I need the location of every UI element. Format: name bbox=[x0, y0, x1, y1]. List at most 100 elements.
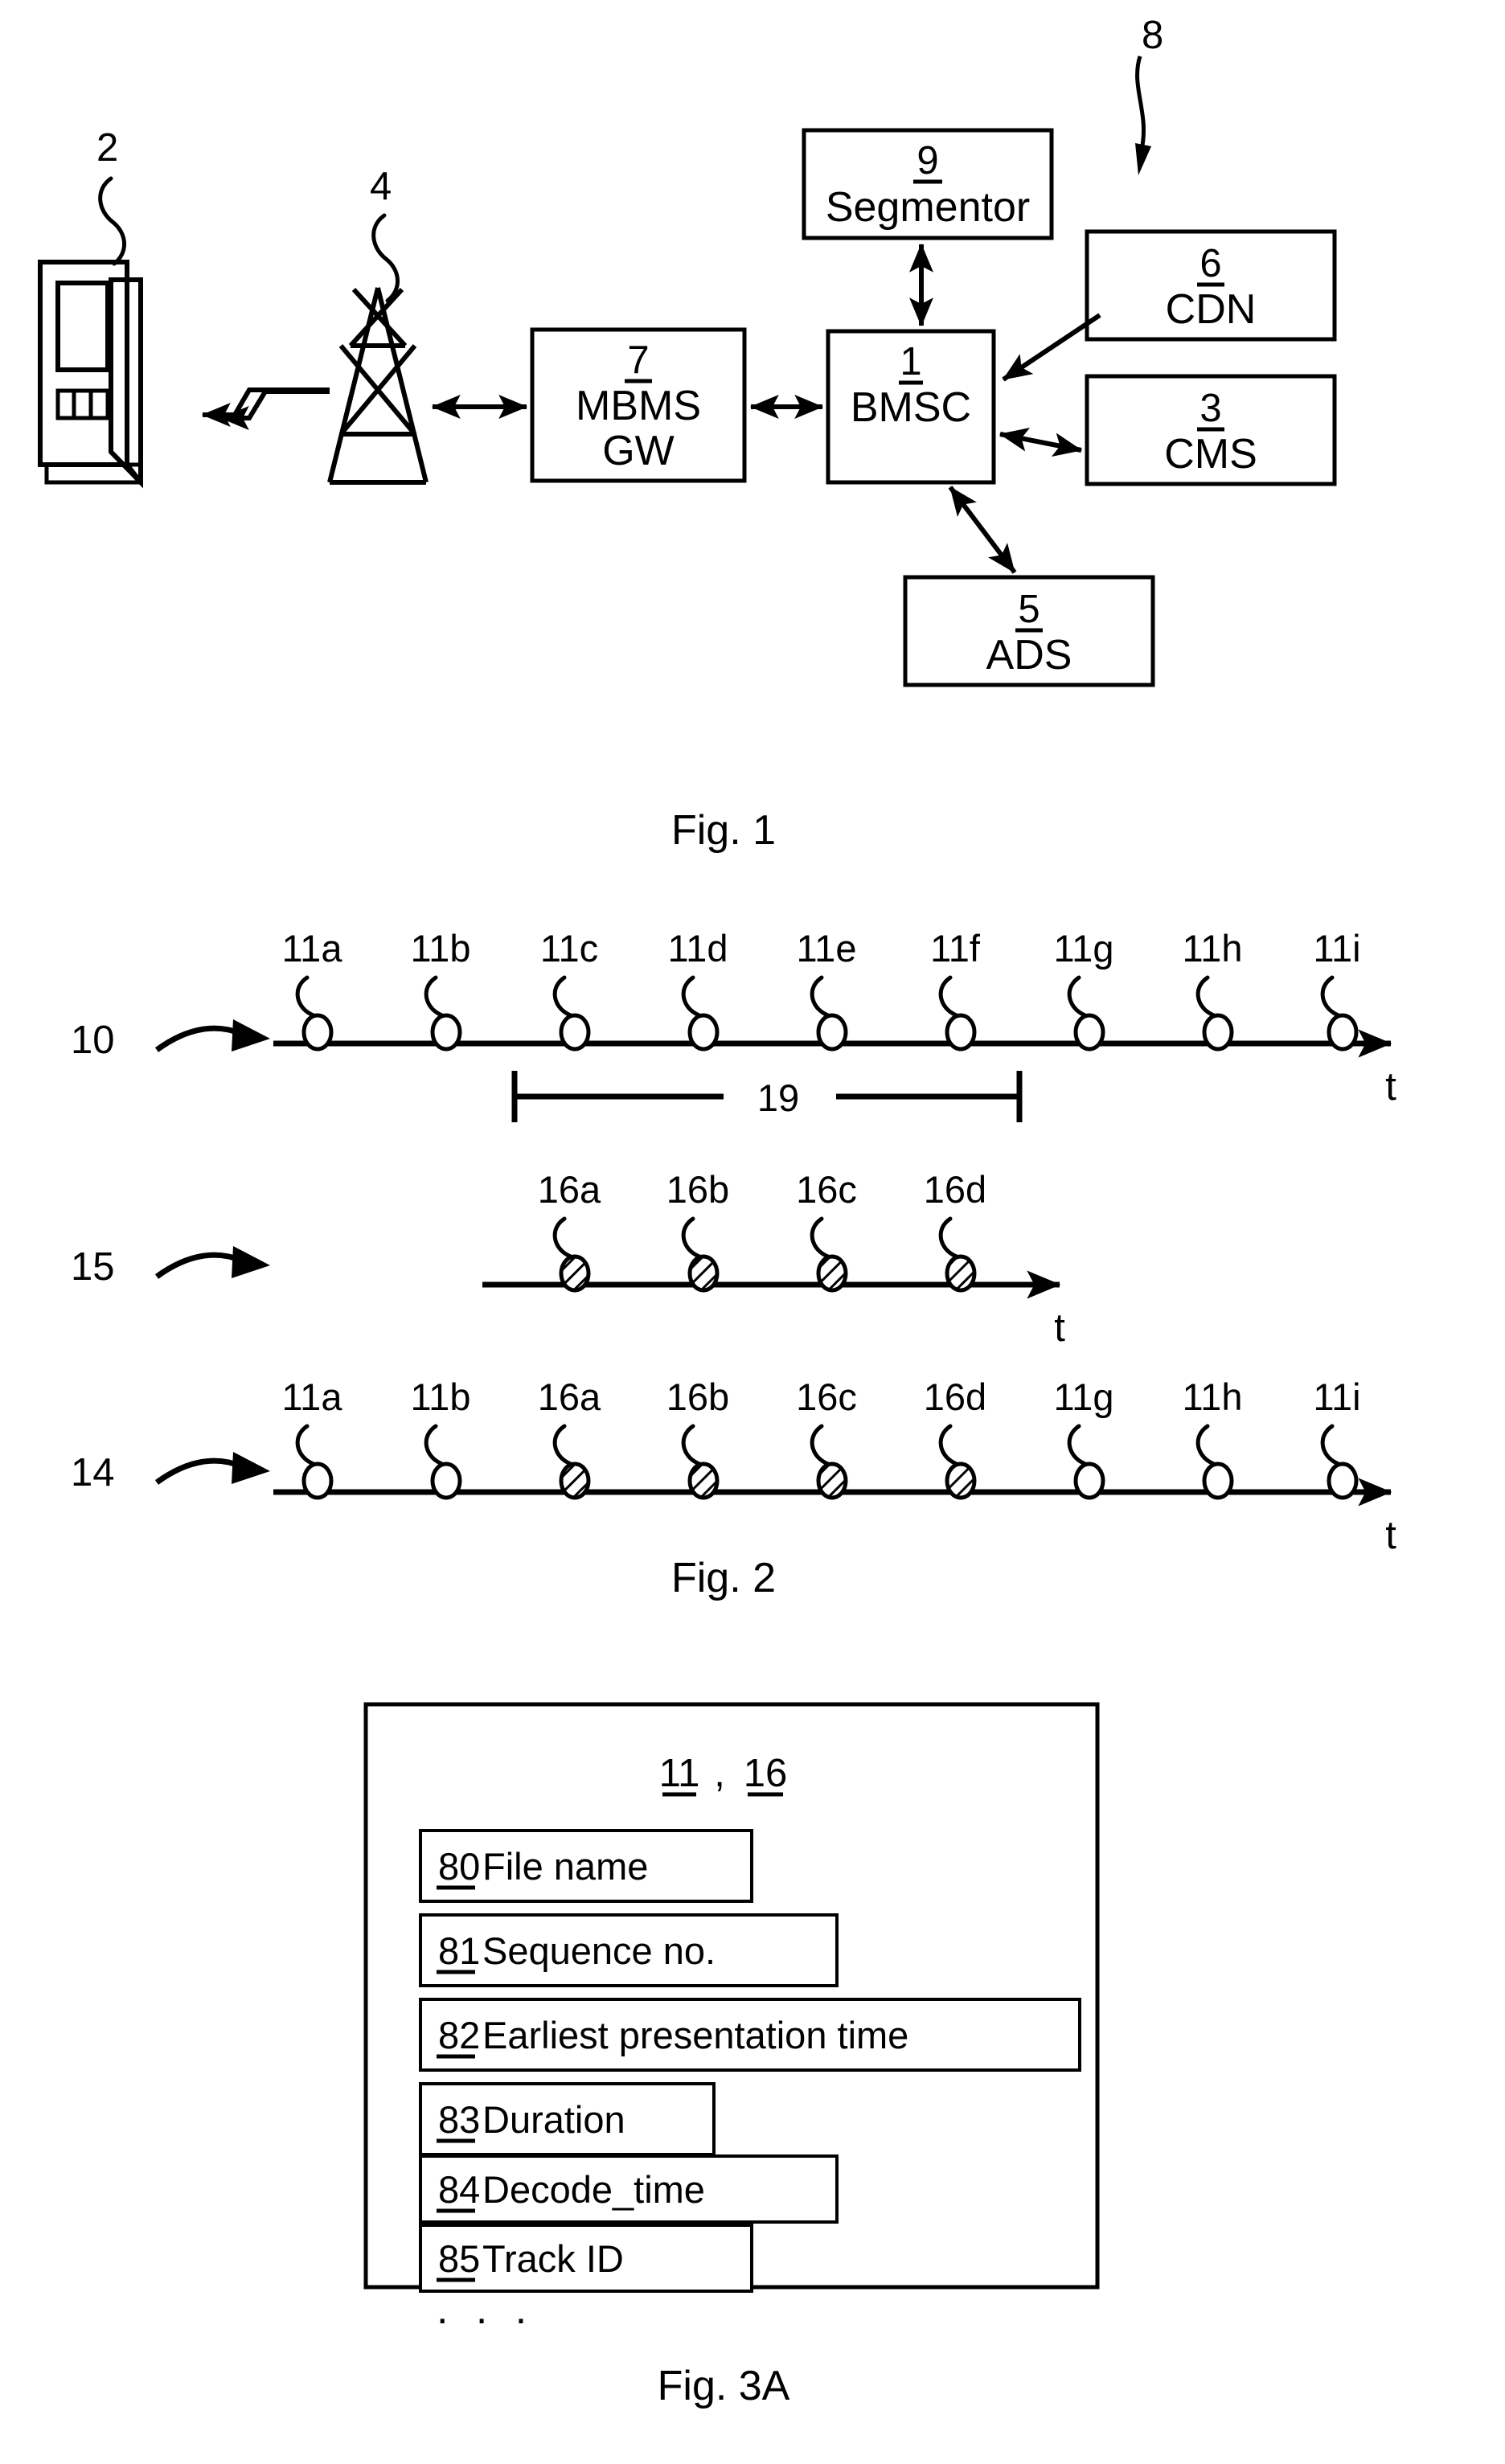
user-device-2 bbox=[38, 176, 143, 489]
marker-label: 11b bbox=[411, 927, 471, 970]
patent-drawing-sheet: 9 Segmentor 6 CDN 7 MBMS GW 1 BMSC 3 CMS… bbox=[0, 0, 1505, 2464]
field-ref-80: 80 bbox=[438, 1845, 480, 1888]
node-box-cdn: 6 CDN bbox=[1085, 229, 1337, 342]
node-label-bmsc: BMSC bbox=[851, 384, 971, 431]
timeline-15-markers: 16a 16b 16c 16d bbox=[538, 1168, 986, 1293]
marker: 11a bbox=[282, 927, 343, 1052]
node-box-mbms-gw: 7 MBMS GW bbox=[530, 327, 747, 483]
timeline-ref-10: 10 bbox=[71, 1019, 115, 1062]
field-label-decode-time: Decode_time bbox=[482, 2168, 705, 2211]
ref-label-2: 2 bbox=[96, 126, 118, 170]
system-ref-8-pointer bbox=[1135, 55, 1151, 175]
ref-label-4: 4 bbox=[370, 165, 392, 208]
node-box-segmentor: 9 Segmentor bbox=[802, 128, 1054, 240]
figure-1-group: 9 Segmentor 6 CDN 7 MBMS GW 1 BMSC 3 CMS… bbox=[38, 14, 1337, 854]
timeline-ref-15: 15 bbox=[71, 1245, 115, 1289]
marker-label: 11c bbox=[540, 927, 598, 970]
marker-label: 16a bbox=[538, 1375, 601, 1418]
marker: 16d bbox=[924, 1375, 986, 1500]
marker-label: 11g bbox=[1054, 927, 1114, 970]
fig3a-field-row: 81 Sequence no. bbox=[419, 1913, 839, 1987]
node-label-segmentor: Segmentor bbox=[826, 184, 1030, 231]
marker-label: 11h bbox=[1183, 1375, 1243, 1418]
figure-2-caption: Fig. 2 bbox=[671, 1555, 776, 1601]
radio-link-arrow bbox=[201, 387, 330, 430]
marker-label: 16b bbox=[666, 1375, 729, 1418]
node-ref-6: 6 bbox=[1199, 242, 1221, 285]
node-label-cdn: CDN bbox=[1166, 286, 1257, 333]
figure-3a-caption: Fig. 3A bbox=[658, 2363, 790, 2409]
fig3a-field-row: 83 Duration bbox=[419, 2082, 716, 2156]
node-label-gw: GW bbox=[602, 428, 675, 474]
timeline-10: 10 t 11a 11b 11c 11d 11e 11f 11g 11h 11i bbox=[71, 927, 1396, 1122]
marker: 11b bbox=[411, 1375, 471, 1500]
marker: 16b bbox=[666, 1168, 729, 1293]
field-label-file-name: File name bbox=[482, 1845, 648, 1888]
ref-label-8: 8 bbox=[1142, 14, 1163, 57]
marker: 11g bbox=[1054, 1375, 1114, 1500]
figure-1-caption: Fig. 1 bbox=[671, 807, 776, 854]
fig3a-field-row: 84 Decode_time bbox=[419, 2154, 839, 2224]
timeline-15: 15 t 16a 16b 16c 16d bbox=[71, 1168, 1065, 1350]
marker: 16c bbox=[796, 1168, 857, 1293]
node-ref-9: 9 bbox=[917, 139, 938, 182]
node-label-mbms: MBMS bbox=[576, 383, 701, 429]
fig3a-field-row: 82 Earliest presentation time bbox=[419, 1998, 1081, 2072]
header-ref-11: 11 bbox=[659, 1752, 700, 1795]
marker-label: 16c bbox=[796, 1168, 857, 1211]
field-ref-84: 84 bbox=[438, 2168, 480, 2211]
figure-3a-group: 11 , 16 80 File name 81 Sequence no. 82 … bbox=[363, 1702, 1100, 2409]
marker: 11f bbox=[930, 927, 981, 1052]
marker-label: 11g bbox=[1054, 1375, 1114, 1418]
marker-label: 11i bbox=[1313, 1375, 1360, 1418]
marker: 16b bbox=[666, 1375, 729, 1500]
fig3a-field-row: 80 File name bbox=[419, 1829, 753, 1903]
marker-label: 11a bbox=[282, 927, 343, 970]
timeline-ref-14: 14 bbox=[71, 1451, 115, 1494]
marker-label: 16c bbox=[796, 1375, 857, 1418]
field-label-duration: Duration bbox=[482, 2098, 625, 2141]
timeline-14-axis-label: t bbox=[1385, 1514, 1396, 1557]
node-ref-7: 7 bbox=[627, 338, 649, 382]
timeline-10-axis-label: t bbox=[1385, 1065, 1396, 1109]
marker: 16a bbox=[538, 1375, 601, 1500]
marker: 11h bbox=[1183, 927, 1243, 1052]
marker: 11d bbox=[668, 927, 728, 1052]
figure-2-group: 10 t 11a 11b 11c 11d 11e 11f 11g 11h 11i bbox=[71, 927, 1396, 1601]
marker: 11h bbox=[1183, 1375, 1243, 1500]
marker-label: 11a bbox=[282, 1375, 343, 1418]
span-label-19: 19 bbox=[757, 1076, 799, 1119]
marker-label: 11f bbox=[930, 927, 981, 970]
marker: 16d bbox=[924, 1168, 986, 1293]
node-box-cms: 3 CMS bbox=[1085, 374, 1337, 486]
timeline-14-markers: 11a 11b 16a 16b 16c 16d 11g 11h 11i bbox=[282, 1375, 1361, 1500]
field-ref-81: 81 bbox=[438, 1929, 480, 1972]
field-label-earliest-presentation-time: Earliest presentation time bbox=[482, 2014, 908, 2056]
node-label-ads: ADS bbox=[986, 632, 1072, 679]
span-19: 19 bbox=[511, 1071, 1023, 1122]
marker: 11e bbox=[797, 927, 856, 1052]
marker-label: 11i bbox=[1313, 927, 1360, 970]
node-box-bmsc: 1 BMSC bbox=[826, 329, 996, 485]
node-label-cms: CMS bbox=[1164, 431, 1257, 478]
marker-label: 11b bbox=[411, 1375, 471, 1418]
marker: 11i bbox=[1313, 927, 1361, 1052]
marker: 11c bbox=[540, 927, 598, 1052]
fig3a-ellipsis: . . . bbox=[437, 2286, 535, 2333]
drawing-canvas: 9 Segmentor 6 CDN 7 MBMS GW 1 BMSC 3 CMS… bbox=[38, 14, 1396, 2409]
marker-label: 16d bbox=[924, 1168, 986, 1211]
fig3a-header: 11 , 16 bbox=[659, 1752, 787, 1797]
marker-label: 16b bbox=[666, 1168, 729, 1211]
marker: 11a bbox=[282, 1375, 343, 1500]
field-label-sequence-no: Sequence no. bbox=[482, 1929, 716, 1972]
marker: 16a bbox=[538, 1168, 601, 1293]
timeline-10-markers: 11a 11b 11c 11d 11e 11f 11g 11h 11i bbox=[282, 927, 1361, 1052]
node-ref-3: 3 bbox=[1199, 387, 1221, 430]
marker: 16c bbox=[796, 1375, 857, 1500]
fig3a-field-row: 85 Track ID bbox=[419, 2224, 753, 2293]
header-separator: , bbox=[714, 1752, 725, 1795]
marker-label: 16d bbox=[924, 1375, 986, 1418]
marker-label: 11h bbox=[1183, 927, 1243, 970]
marker: 11g bbox=[1054, 927, 1114, 1052]
marker-label: 16a bbox=[538, 1168, 601, 1211]
